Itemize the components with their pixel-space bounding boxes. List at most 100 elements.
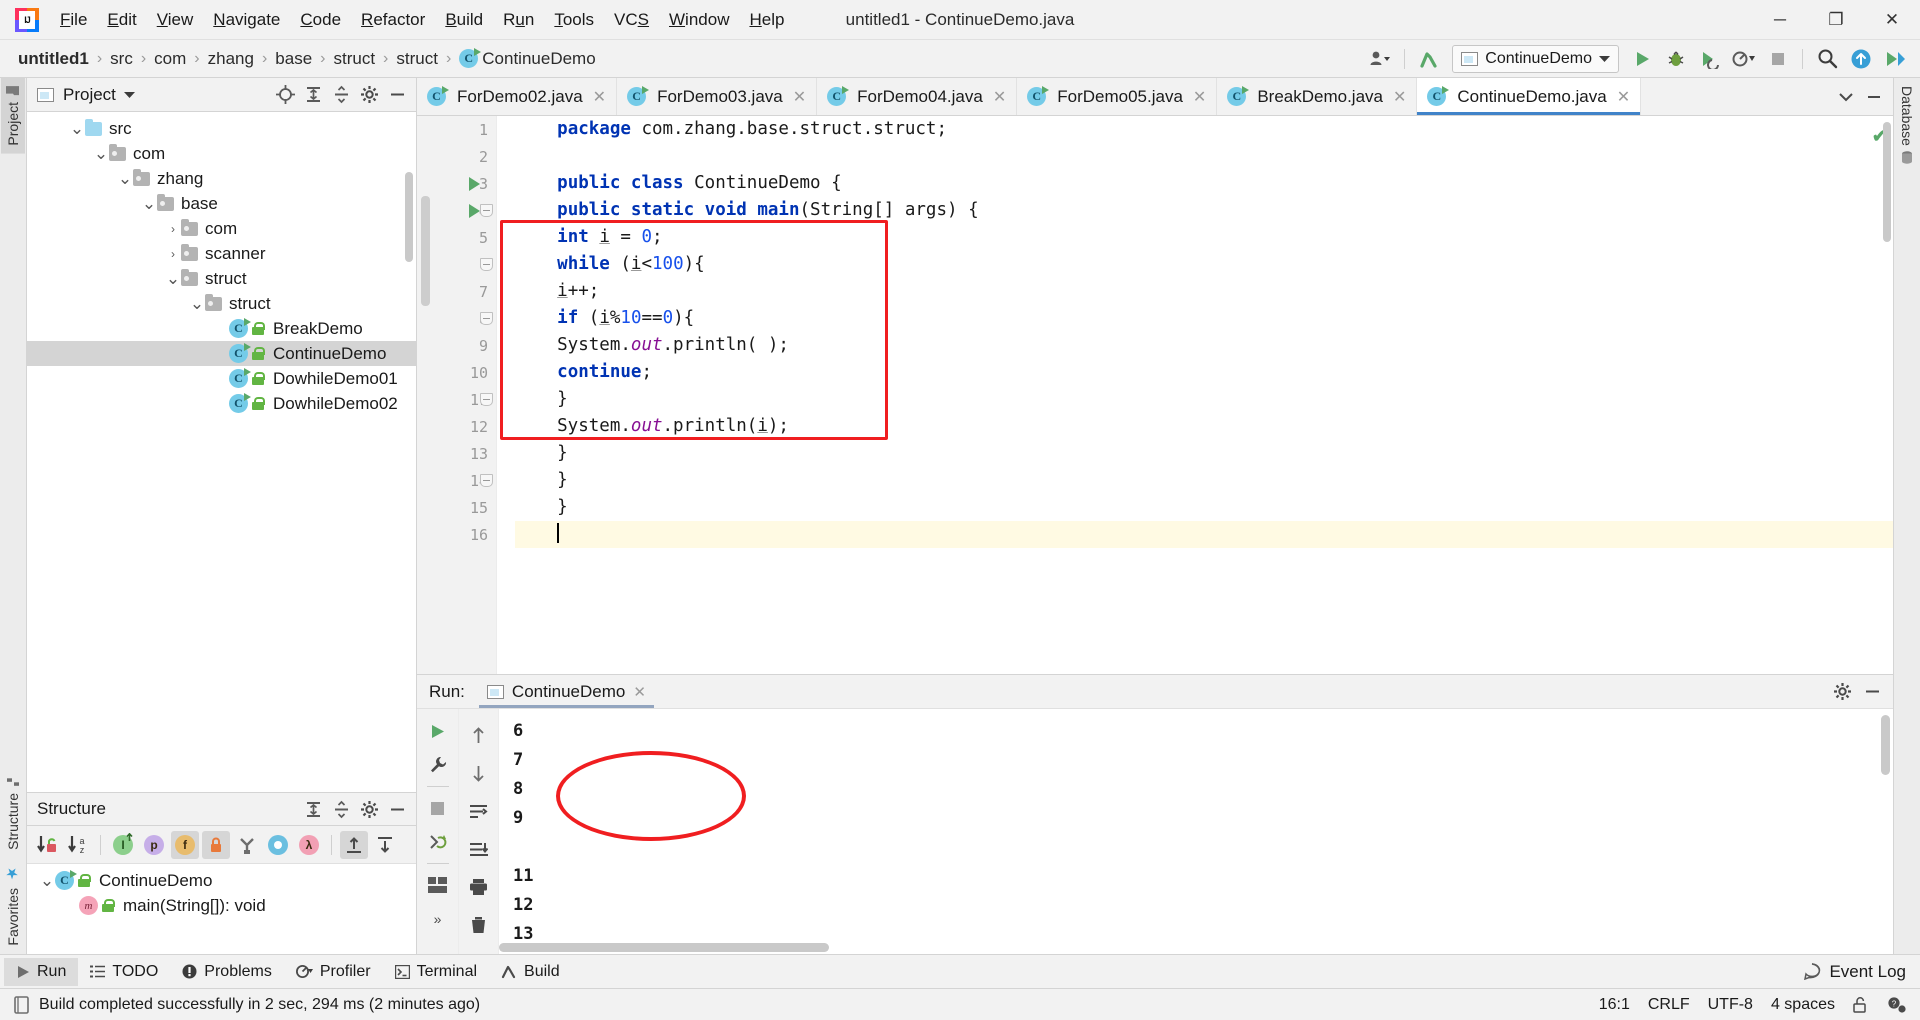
chevron-down-icon[interactable]: ⌄ xyxy=(69,120,85,137)
breadcrumb-item-com[interactable]: com xyxy=(150,47,190,71)
code-line-11[interactable]: } xyxy=(515,386,1893,413)
menu-item-vcs[interactable]: VCS xyxy=(604,5,659,35)
code-line-9[interactable]: System.out.println( ); xyxy=(515,332,1893,359)
expand-all-icon[interactable] xyxy=(340,830,368,859)
tree-item-dowhiledemo02[interactable]: C DowhileDemo02 xyxy=(27,391,416,416)
breadcrumb-item-zhang[interactable]: zhang xyxy=(204,47,258,71)
gutter-line-13[interactable]: 13 xyxy=(417,440,496,467)
hide-panel-icon[interactable] xyxy=(384,796,410,822)
edit-configuration-wrench-icon[interactable] xyxy=(422,749,454,781)
debug-button[interactable] xyxy=(1661,45,1691,73)
menu-item-help[interactable]: Help xyxy=(739,5,794,35)
run-tab-continuedemo[interactable]: ContinueDemo ✕ xyxy=(478,675,654,708)
chevron-right-icon[interactable]: › xyxy=(165,222,181,236)
breadcrumb-item-continuedemo[interactable]: C ContinueDemo xyxy=(455,47,599,71)
run-with-coverage-button[interactable] xyxy=(1695,45,1725,73)
show-lambdas-icon[interactable]: λ xyxy=(295,831,323,859)
expand-all-icon[interactable] xyxy=(300,796,326,822)
tree-item-src[interactable]: ⌄ src xyxy=(27,116,416,141)
code-fold-icon[interactable] xyxy=(479,467,494,494)
scroll-up-icon[interactable] xyxy=(463,719,495,751)
hide-editor-icon[interactable] xyxy=(1861,84,1887,110)
tree-item-com[interactable]: ⌄ com xyxy=(27,141,416,166)
gutter-line-9[interactable]: 9 xyxy=(417,332,496,359)
clear-all-icon[interactable] xyxy=(463,909,495,941)
tree-item-continuedemo[interactable]: C ContinueDemo xyxy=(27,341,416,366)
breadcrumb-item-untitled1[interactable]: untitled1 xyxy=(14,47,93,71)
code-line-1[interactable]: package com.zhang.base.struct.struct; xyxy=(515,116,1893,143)
tool-window-tab-project[interactable]: Project xyxy=(1,78,25,154)
console-output[interactable]: 6 7 8 9 11 12 13 xyxy=(499,709,1893,954)
close-icon[interactable]: ✕ xyxy=(1617,87,1630,107)
maximize-button[interactable]: ❐ xyxy=(1808,0,1864,39)
more-actions-icon[interactable]: » xyxy=(422,903,454,935)
show-fields-icon[interactable]: f xyxy=(171,830,199,859)
code-line-15[interactable]: } xyxy=(515,494,1893,521)
close-icon[interactable]: ✕ xyxy=(993,87,1006,107)
console-vertical-scrollbar[interactable] xyxy=(1881,715,1890,775)
tree-item-base[interactable]: ⌄ base xyxy=(27,191,416,216)
bottom-tab-problems[interactable]: Problems xyxy=(170,958,284,986)
tree-item-struct[interactable]: ⌄ struct xyxy=(27,291,416,316)
layout-settings-icon[interactable] xyxy=(422,869,454,901)
tree-item-main-string-----void[interactable]: m main(String[]): void xyxy=(27,893,416,918)
menu-item-navigate[interactable]: Navigate xyxy=(203,5,290,35)
gutter-line-15[interactable]: 15 xyxy=(417,494,496,521)
code-fold-icon[interactable] xyxy=(479,251,494,278)
tree-item-zhang[interactable]: ⌄ zhang xyxy=(27,166,416,191)
gutter-line-1[interactable]: 1 xyxy=(417,116,496,143)
breadcrumb-item-struct[interactable]: struct xyxy=(329,47,379,71)
search-everywhere-icon[interactable] xyxy=(1812,45,1842,73)
bottom-tab-profiler[interactable]: Profiler xyxy=(284,958,383,986)
gutter-line-2[interactable]: 2 xyxy=(417,143,496,170)
event-log-label[interactable]: Event Log xyxy=(1829,962,1906,982)
code-line-3[interactable]: public class ContinueDemo { xyxy=(515,170,1893,197)
tab-list-chevron-icon[interactable] xyxy=(1833,84,1859,110)
bottom-tab-terminal[interactable]: Terminal xyxy=(383,958,489,986)
breadcrumb-item-base[interactable]: base xyxy=(271,47,316,71)
project-tree-scrollbar[interactable] xyxy=(405,172,413,262)
settings-gear-icon[interactable] xyxy=(356,82,382,108)
tool-window-tab-structure[interactable]: Structure xyxy=(1,769,25,858)
sort-by-visibility-icon[interactable] xyxy=(33,831,61,859)
tree-item-struct[interactable]: ⌄ struct xyxy=(27,266,416,291)
editor-gutter[interactable]: 12345678910111213141516 xyxy=(417,116,497,674)
editor-tab-continuedemo-java[interactable]: C ContinueDemo.java ✕ xyxy=(1417,78,1642,115)
editor-tab-fordemo03-java[interactable]: C ForDemo03.java ✕ xyxy=(617,78,818,115)
chevron-right-icon[interactable]: › xyxy=(165,247,181,261)
tree-item-com[interactable]: › com xyxy=(27,216,416,241)
gutter-line-16[interactable]: 16 xyxy=(417,521,496,548)
close-button[interactable]: ✕ xyxy=(1864,0,1920,39)
code-line-12[interactable]: System.out.println(i); xyxy=(515,413,1893,440)
editor-tab-fordemo04-java[interactable]: C ForDemo04.java ✕ xyxy=(817,78,1018,115)
menu-item-refactor[interactable]: Refactor xyxy=(351,5,435,35)
show-anonymous-icon[interactable] xyxy=(264,831,292,859)
play-icon[interactable] xyxy=(1880,45,1910,73)
tool-window-tab-database[interactable]: Database xyxy=(1895,78,1919,172)
editor-tab-fordemo02-java[interactable]: C ForDemo02.java ✕ xyxy=(417,78,618,115)
code-fold-icon[interactable] xyxy=(479,386,494,413)
code-line-2[interactable] xyxy=(515,143,1893,170)
editor-tab-fordemo05-java[interactable]: C ForDemo05.java ✕ xyxy=(1017,78,1218,115)
tree-item-scanner[interactable]: › scanner xyxy=(27,241,416,266)
structure-tree[interactable]: ⌄ C ContinueDemo m main(String[]): void xyxy=(27,864,416,954)
code-fold-icon[interactable] xyxy=(479,305,494,332)
menu-item-tools[interactable]: Tools xyxy=(544,5,604,35)
bottom-tab-run[interactable]: Run xyxy=(4,957,79,986)
console-horizontal-scrollbar[interactable] xyxy=(499,943,829,952)
group-methods-icon[interactable] xyxy=(233,831,261,859)
file-encoding[interactable]: UTF-8 xyxy=(1708,996,1753,1014)
collapse-all-icon[interactable] xyxy=(328,796,354,822)
code-line-7[interactable]: i++; xyxy=(515,278,1893,305)
close-icon[interactable]: ✕ xyxy=(633,683,646,701)
menu-item-run[interactable]: Run xyxy=(493,5,544,35)
code-line-8[interactable]: if (i%10==0){ xyxy=(515,305,1893,332)
bottom-tab-build[interactable]: Build xyxy=(489,958,572,986)
code-line-14[interactable]: } xyxy=(515,467,1893,494)
minimize-button[interactable]: ─ xyxy=(1752,0,1808,39)
show-inherited-icon[interactable]: I xyxy=(109,831,137,859)
close-icon[interactable]: ✕ xyxy=(1393,87,1406,107)
close-icon[interactable]: ✕ xyxy=(593,87,606,107)
scroll-down-icon[interactable] xyxy=(463,757,495,789)
breadcrumb-item-src[interactable]: src xyxy=(106,47,137,71)
